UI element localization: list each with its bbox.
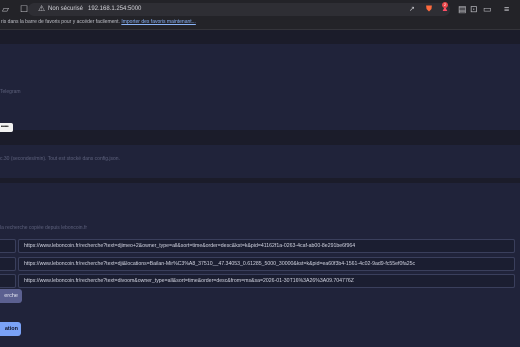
notification-badge: 2 [442, 2, 448, 8]
page-content: Telegram •••••• c.30 (secondes/min). Tou… [0, 31, 520, 347]
telegram-card: Telegram •••••• [0, 44, 520, 132]
password-input[interactable]: •••••• [0, 123, 13, 132]
wallet-icon[interactable]: ▭ [483, 4, 492, 14]
search-hint: la recherche copiée depuis leboncoin.fr [0, 225, 87, 231]
searches-card: la recherche copiée depuis leboncoin.fr … [0, 183, 520, 347]
row-handle[interactable] [0, 274, 16, 288]
interval-card: c.30 (secondes/min). Tout est stocké dan… [0, 145, 520, 178]
bookmarks-prompt-text: ris dans la barre de favoris pour y accé… [1, 19, 120, 25]
row-handle[interactable] [0, 257, 16, 271]
address-text[interactable]: 192.168.1.254:5000 [88, 4, 141, 15]
warning-icon: ⚠ [38, 4, 46, 13]
menu-icon[interactable]: ≡ [504, 4, 509, 14]
brave-shield-icon[interactable]: ⛊ [426, 4, 432, 14]
sidebar-icon[interactable]: ▤ [458, 4, 467, 14]
search-row: https://www.leboncoin.fr/recherche?text=… [0, 274, 520, 288]
telegram-hint: Telegram [0, 89, 21, 95]
security-label: Non sécurisé [48, 6, 84, 12]
bookmarks-prompt: ris dans la barre de favoris pour y accé… [1, 19, 196, 25]
search-row: https://www.leboncoin.fr/recherche?text=… [0, 239, 520, 253]
share-icon[interactable]: ↗ [409, 5, 415, 15]
address-bar[interactable]: ⚠ Non sécurisé 192.168.1.254:5000 ↗ ⛊ ▲ [28, 3, 450, 16]
save-configuration-button[interactable]: ation [0, 322, 21, 336]
bookmark-star-icon[interactable]: ☐ [20, 4, 28, 14]
bookmarks-bar: ris dans la barre de favoris pour y accé… [0, 16, 520, 30]
interval-hint: c.30 (secondes/min). Tout est stocké dan… [0, 156, 120, 162]
add-search-button[interactable]: erche [0, 289, 22, 303]
search-url-input[interactable]: https://www.leboncoin.fr/recherche?text=… [18, 239, 515, 253]
search-url-input[interactable]: https://www.leboncoin.fr/recherche?text=… [18, 257, 515, 271]
tab-strip-icon[interactable]: ▱ [2, 4, 9, 14]
row-handle[interactable] [0, 239, 16, 253]
search-url-input[interactable]: https://www.leboncoin.fr/recherche?text=… [18, 274, 515, 288]
search-row: https://www.leboncoin.fr/recherche?text=… [0, 257, 520, 271]
import-bookmarks-link[interactable]: Importer des favoris maintenant... [121, 19, 195, 25]
vpn-icon[interactable]: ⊡ [470, 4, 478, 14]
